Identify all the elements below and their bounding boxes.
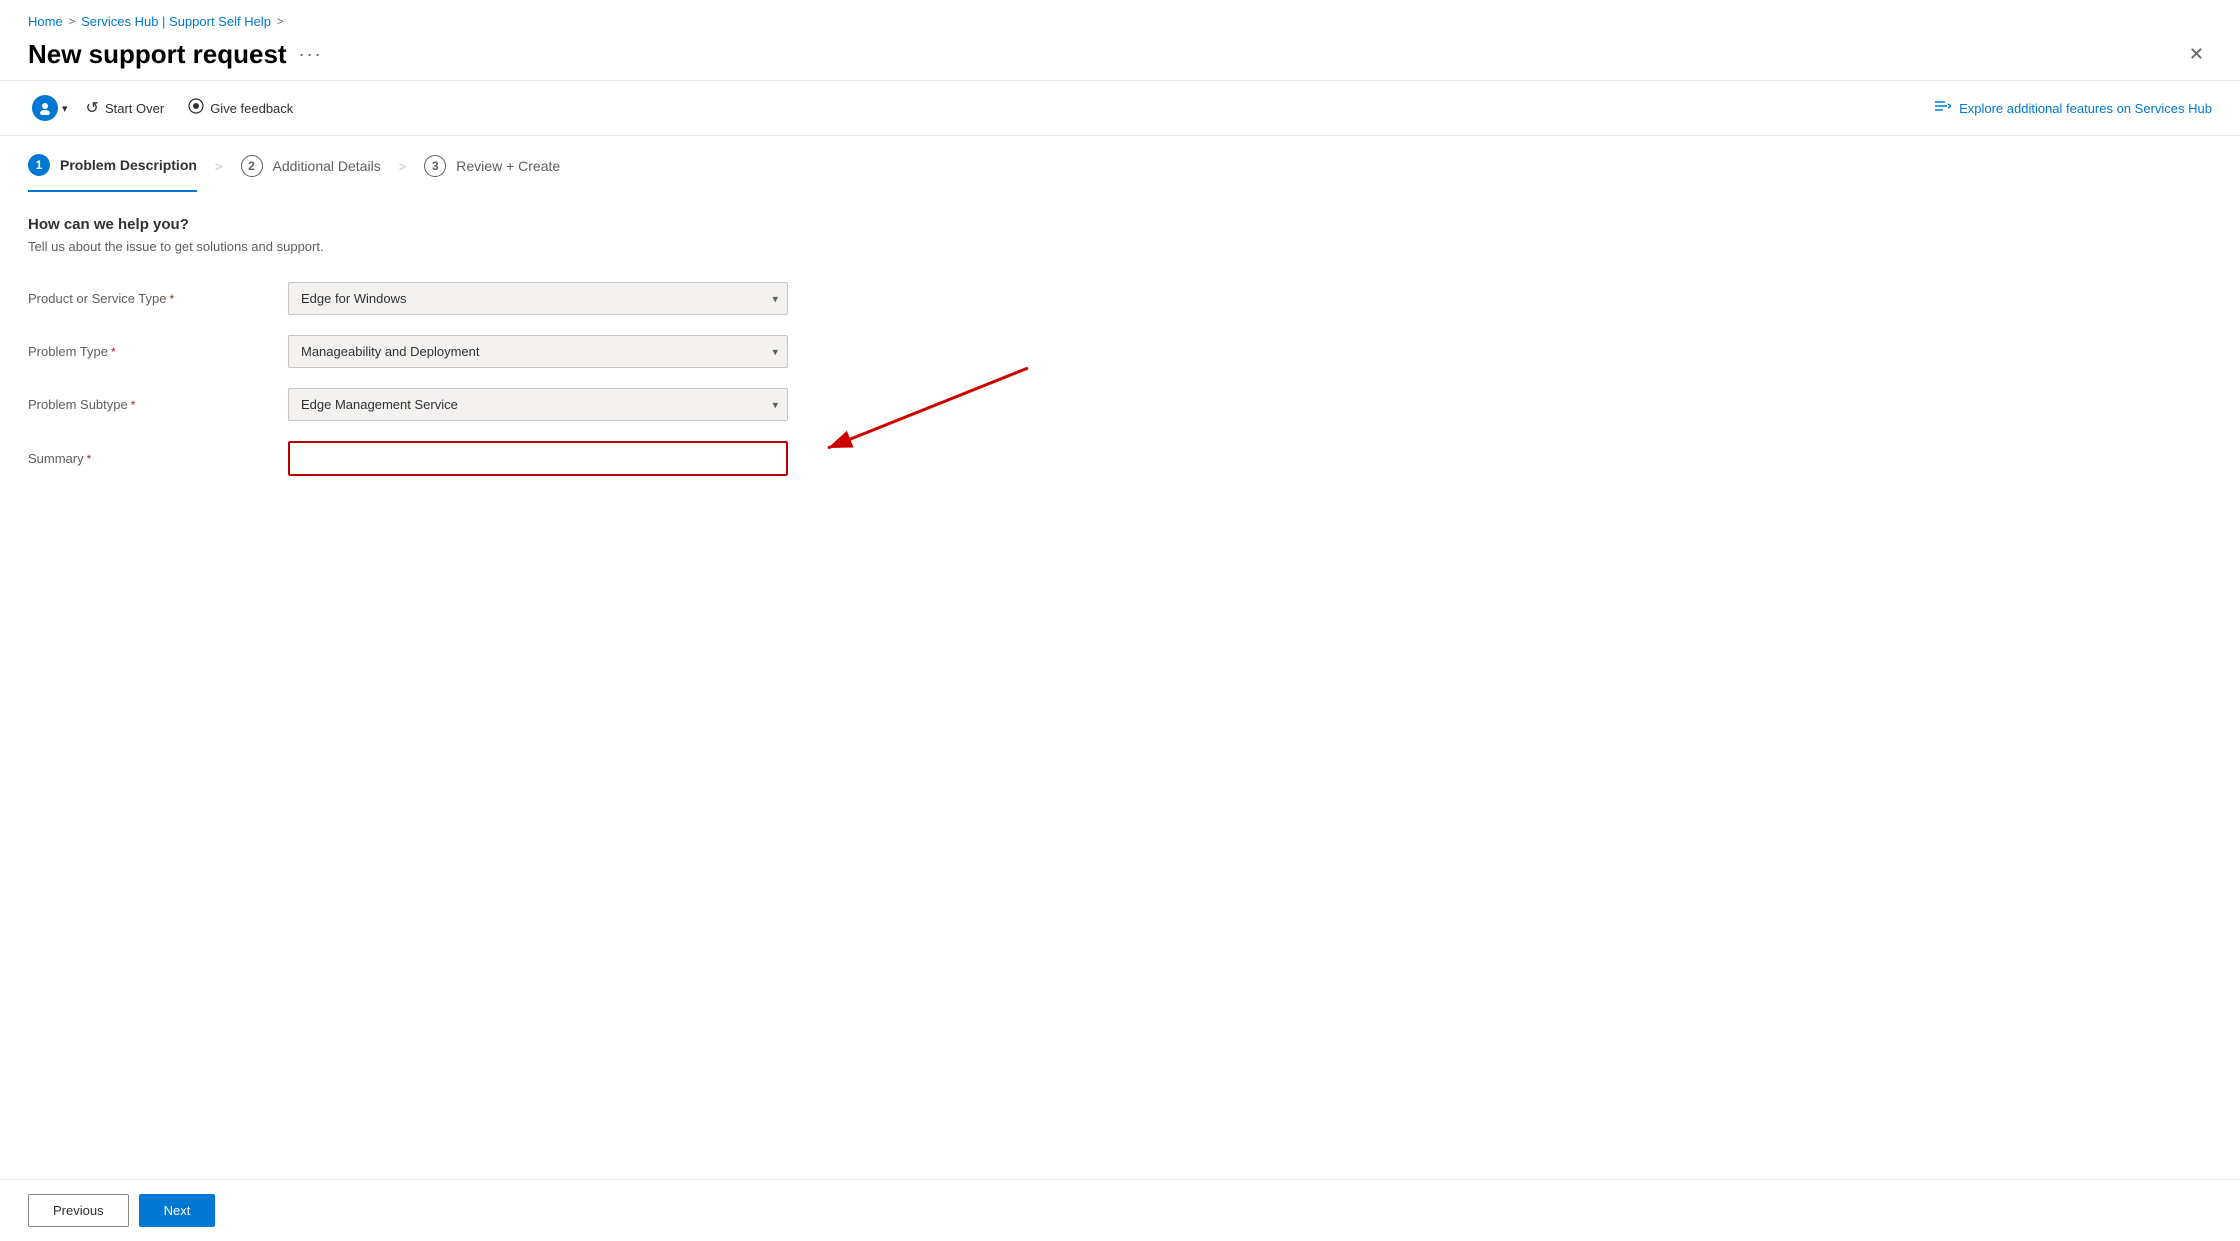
step-1-label: Problem Description — [60, 157, 197, 173]
step-1[interactable]: 1 Problem Description — [28, 154, 197, 192]
toolbar: ▾ ↺ Start Over Give feedback E — [0, 80, 2240, 136]
summary-control — [288, 441, 788, 476]
product-service-label: Product or Service Type * — [28, 291, 288, 306]
summary-required-star: * — [87, 452, 92, 466]
user-avatar — [32, 95, 58, 121]
summary-label: Summary * — [28, 451, 288, 466]
page-title-row: New support request ··· ✕ — [0, 35, 2240, 80]
explore-features-link[interactable]: Explore additional features on Services … — [1935, 99, 2212, 117]
previous-button[interactable]: Previous — [28, 1194, 129, 1227]
step-3-number: 3 — [424, 155, 446, 177]
step-2-label: Additional Details — [273, 158, 381, 174]
next-button[interactable]: Next — [139, 1194, 216, 1227]
start-over-button[interactable]: ↺ Start Over — [76, 92, 175, 124]
form-heading: How can we help you? — [28, 216, 2212, 233]
form-section: How can we help you? Tell us about the i… — [0, 192, 2240, 520]
give-feedback-icon — [188, 98, 204, 119]
page-title: New support request — [28, 39, 287, 70]
form-subheading: Tell us about the issue to get solutions… — [28, 239, 2212, 254]
give-feedback-button[interactable]: Give feedback — [178, 92, 303, 125]
product-service-control: Edge for Windows ▾ — [288, 282, 788, 315]
give-feedback-label: Give feedback — [210, 101, 293, 116]
page-title-more-options[interactable]: ··· — [299, 44, 323, 65]
step-3-label: Review + Create — [456, 158, 560, 174]
page-footer: Previous Next — [0, 1179, 2240, 1241]
problem-subtype-dropdown[interactable]: Edge Management Service — [288, 388, 788, 421]
problem-subtype-row: Problem Subtype * Edge Management Servic… — [28, 388, 2212, 421]
toolbar-left: ▾ ↺ Start Over Give feedback — [28, 89, 1935, 127]
product-service-row: Product or Service Type * Edge for Windo… — [28, 282, 2212, 315]
breadcrumb-sep1: > — [69, 16, 75, 28]
product-required-star: * — [170, 292, 175, 306]
product-service-dropdown[interactable]: Edge for Windows — [288, 282, 788, 315]
problem-type-control: Manageability and Deployment ▾ — [288, 335, 788, 368]
close-button[interactable]: ✕ — [2181, 40, 2212, 69]
problem-type-required-star: * — [111, 345, 116, 359]
breadcrumb-sep2: > — [277, 16, 283, 28]
problem-type-dropdown[interactable]: Manageability and Deployment — [288, 335, 788, 368]
breadcrumb: Home > Services Hub | Support Self Help … — [0, 0, 2240, 35]
step-2-number: 2 — [241, 155, 263, 177]
start-over-label: Start Over — [105, 101, 164, 116]
problem-subtype-control: Edge Management Service ▾ — [288, 388, 788, 421]
problem-type-label: Problem Type * — [28, 344, 288, 359]
breadcrumb-home[interactable]: Home — [28, 14, 63, 29]
problem-subtype-required-star: * — [131, 398, 136, 412]
summary-row: Summary * — [28, 441, 2212, 476]
user-profile-button[interactable]: ▾ — [28, 89, 72, 127]
problem-type-row: Problem Type * Manageability and Deploym… — [28, 335, 2212, 368]
problem-subtype-label: Problem Subtype * — [28, 397, 288, 412]
summary-input[interactable] — [288, 441, 788, 476]
user-chevron-icon: ▾ — [62, 102, 68, 115]
start-over-icon: ↺ — [86, 98, 99, 118]
explore-label: Explore additional features on Services … — [1959, 101, 2212, 116]
step-1-number: 1 — [28, 154, 50, 176]
stepper-sep-2: > — [399, 159, 407, 174]
stepper: 1 Problem Description > 2 Additional Det… — [0, 136, 2240, 192]
stepper-sep-1: > — [215, 159, 223, 174]
explore-icon — [1935, 99, 1951, 117]
step-2[interactable]: 2 Additional Details — [241, 155, 381, 191]
breadcrumb-services-hub[interactable]: Services Hub | Support Self Help — [81, 14, 271, 29]
step-3[interactable]: 3 Review + Create — [424, 155, 560, 191]
